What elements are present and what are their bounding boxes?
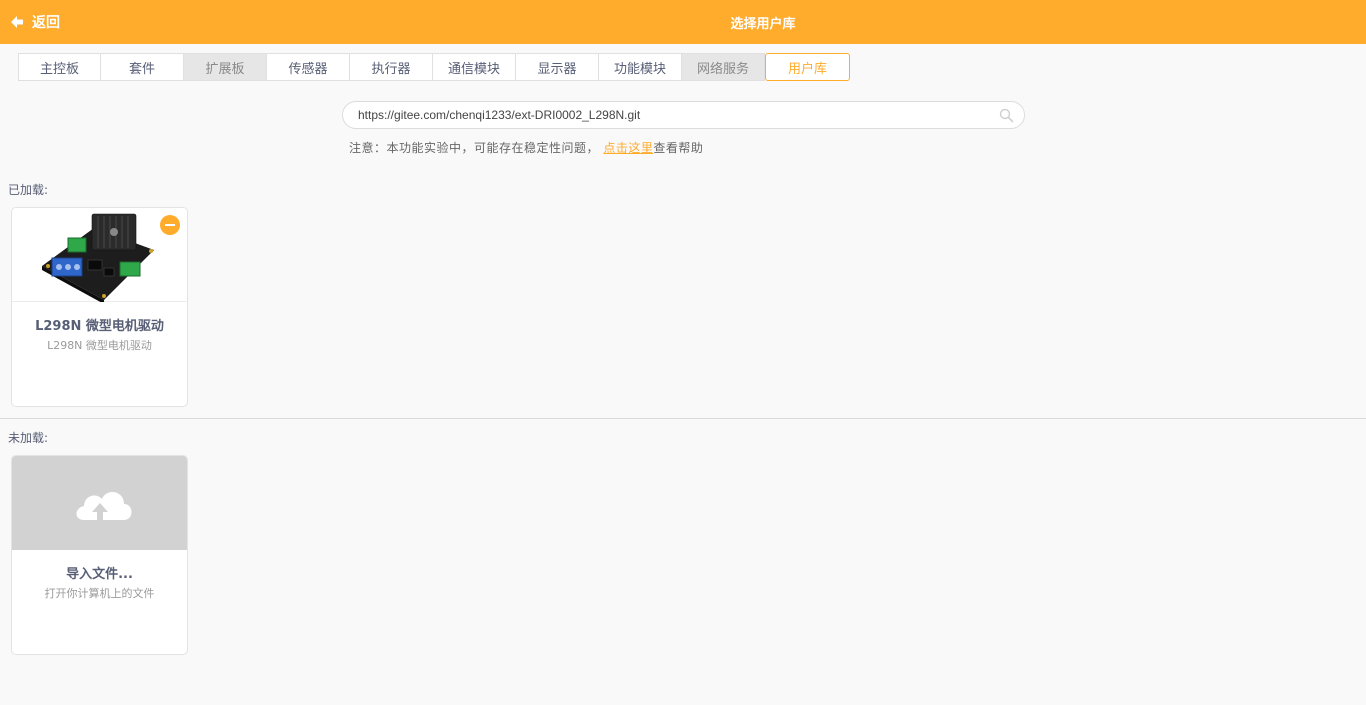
arrow-left-icon	[11, 16, 23, 28]
help-link[interactable]: 点击这里	[603, 141, 653, 155]
card-subtitle: 打开你计算机上的文件	[44, 587, 155, 600]
tab-user-library[interactable]: 用户库	[765, 53, 850, 81]
loaded-section-label: 已加载:	[8, 183, 49, 197]
search-icon[interactable]	[999, 108, 1014, 123]
notice-prefix: 注意：本功能实验中，可能存在稳定性问题，	[349, 141, 600, 155]
card-image	[12, 208, 187, 304]
library-card-l298n[interactable]: L298N 微型电机驱动 L298N 微型电机驱动	[11, 207, 188, 407]
card-title: 导入文件...	[66, 567, 133, 582]
card-image	[12, 456, 187, 550]
tab-expansion-board[interactable]: 扩展板	[184, 53, 267, 81]
notice-suffix: 查看帮助	[653, 141, 704, 155]
page-title: 选择用户库	[730, 17, 796, 32]
card-subtitle: L298N 微型电机驱动	[47, 339, 152, 352]
tab-sensor[interactable]: 传感器	[267, 53, 350, 81]
top-bar: 返回 选择用户库	[0, 0, 1366, 44]
search-box	[342, 101, 1025, 129]
cloud-upload-icon	[76, 491, 132, 520]
tab-main-board[interactable]: 主控板	[18, 53, 101, 81]
library-url-input[interactable]	[358, 106, 988, 124]
tab-network-service[interactable]: 网络服务	[682, 53, 765, 81]
back-button[interactable]: 返回	[10, 12, 60, 32]
notice-text: 注意：本功能实验中，可能存在稳定性问题， 点击这里查看帮助	[349, 139, 703, 156]
tab-actuator[interactable]: 执行器	[350, 53, 433, 81]
tab-kit[interactable]: 套件	[101, 53, 184, 81]
category-tabs: 主控板 套件 扩展板 传感器 执行器 通信模块 显示器 功能模块 网络服务 用户…	[18, 53, 850, 81]
back-label: 返回	[32, 15, 60, 31]
unloaded-section-label: 未加载:	[8, 431, 49, 445]
tab-function[interactable]: 功能模块	[599, 53, 682, 81]
tab-display[interactable]: 显示器	[516, 53, 599, 81]
tab-communication[interactable]: 通信模块	[433, 53, 516, 81]
remove-library-button[interactable]	[160, 215, 180, 235]
section-divider	[0, 418, 1366, 419]
card-title: L298N 微型电机驱动	[35, 319, 164, 334]
import-file-card[interactable]: 导入文件... 打开你计算机上的文件	[11, 455, 188, 655]
